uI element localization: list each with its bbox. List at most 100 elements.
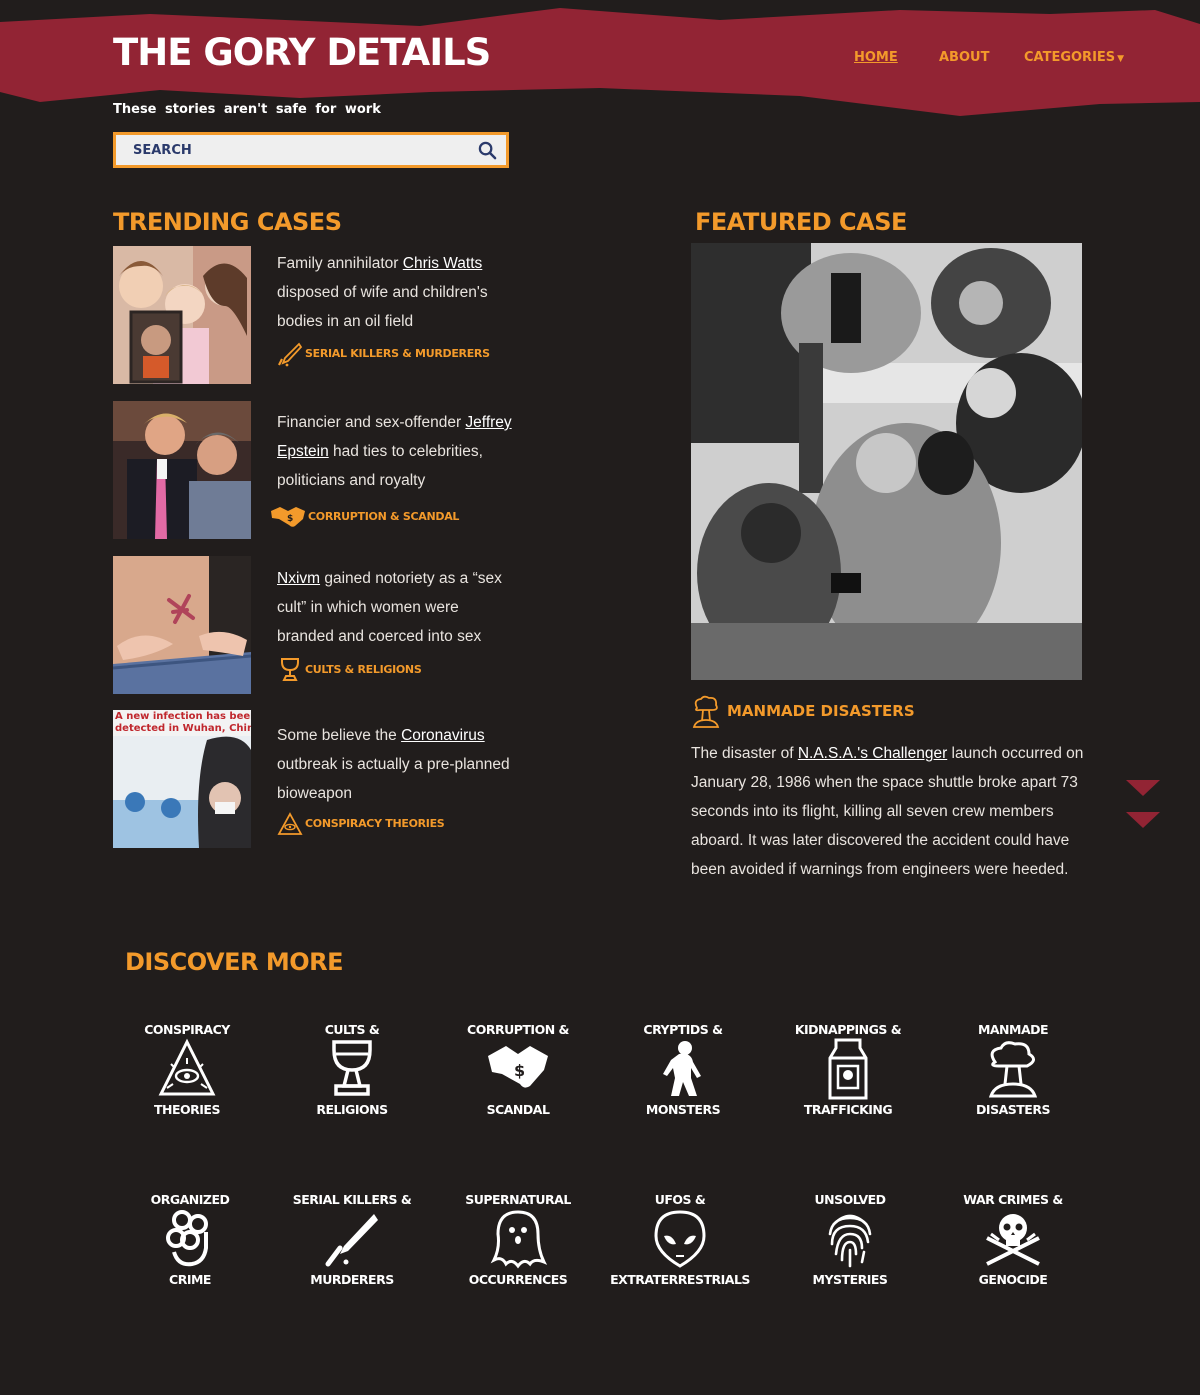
nav-categories-dropdown[interactable]: CATEGORIES ▼ xyxy=(1024,50,1124,65)
trending-text-1: Family annihilator Chris Watts disposed … xyxy=(277,249,517,336)
featured-category[interactable]: MANMADE DISASTERS xyxy=(691,694,915,728)
eye-pyramid-icon xyxy=(277,812,303,835)
featured-post: launch occurred on January 28, 1986 when… xyxy=(691,745,1084,878)
alien-icon xyxy=(654,1210,706,1268)
category-tile-kidnappings[interactable]: KIDNAPPINGS & TRAFFICKING xyxy=(768,1022,928,1122)
knife-icon xyxy=(325,1214,378,1267)
search-box xyxy=(113,132,509,168)
trending-text-2: Financier and sex-offender Jeffrey Epste… xyxy=(277,408,517,495)
knife-icon xyxy=(278,342,303,367)
nav-home-link[interactable]: HOME xyxy=(854,50,898,65)
trending-category-3[interactable]: CULTS & RELIGIONS xyxy=(277,656,422,684)
category-tile-supernatural[interactable]: SUPERNATURAL OCCURRENCES xyxy=(438,1192,598,1292)
trending-thumb-coronavirus[interactable]: A new infection has been detected in Wuh… xyxy=(113,710,251,848)
trending-category-2[interactable]: $ CORRUPTION & SCANDAL xyxy=(270,503,459,531)
overlay-line-2: detected in Wuhan, China xyxy=(115,723,251,734)
tile-top-label: CORRUPTION & xyxy=(467,1022,569,1037)
tile-bottom-label: DISASTERS xyxy=(976,1102,1050,1117)
trending-category-label: CULTS & RELIGIONS xyxy=(305,663,422,676)
trending-title: TRENDING CASES xyxy=(113,208,342,236)
tile-top-label: SERIAL KILLERS & xyxy=(292,1192,412,1207)
trending-link-nxivm[interactable]: Nxivm xyxy=(277,570,320,587)
category-tile-conspiracy[interactable]: CONSPIRACY THEORIES xyxy=(107,1022,267,1122)
featured-description: The disaster of N.A.S.A.'s Challenger la… xyxy=(691,739,1091,884)
double-chevron-down-icon xyxy=(1126,780,1160,828)
trending-post: disposed of wife and children's bodies i… xyxy=(277,284,488,330)
tile-top-label: CRYPTIDS & xyxy=(643,1022,723,1037)
tile-bottom-label: SCANDAL xyxy=(486,1102,550,1117)
tile-bottom-label: THEORIES xyxy=(154,1102,220,1117)
tile-top-label: KIDNAPPINGS & xyxy=(794,1022,902,1037)
ghost-icon xyxy=(490,1210,548,1269)
mushroom-cloud-icon xyxy=(692,695,720,728)
trending-thumb-jeffrey-epstein[interactable] xyxy=(113,401,251,539)
scroll-down-button[interactable] xyxy=(1126,780,1160,835)
category-tile-serial-killers[interactable]: SERIAL KILLERS & MURDERERS xyxy=(272,1192,432,1292)
tile-top-label: CULTS & xyxy=(324,1022,380,1037)
featured-case-image[interactable] xyxy=(691,243,1082,680)
trending-pre: Family annihilator xyxy=(277,255,403,272)
overlay-line-1: A new infection has been xyxy=(115,711,251,722)
tile-bottom-label: GENOCIDE xyxy=(978,1272,1048,1287)
discover-title: DISCOVER MORE xyxy=(125,948,343,976)
trending-category-1[interactable]: SERIAL KILLERS & MURDERERS xyxy=(277,340,490,368)
main-nav: HOME ABOUT CATEGORIES ▼ xyxy=(0,50,1200,70)
tagline: These stories aren't safe for work xyxy=(113,102,381,117)
category-tile-organized-crime[interactable]: ORGANIZED CRIME xyxy=(110,1192,270,1292)
nav-about-link[interactable]: ABOUT xyxy=(939,50,989,65)
featured-link-challenger[interactable]: N.A.S.A.'s Challenger xyxy=(798,745,947,762)
featured-title: FEATURED CASE xyxy=(695,208,907,236)
eye-pyramid-icon xyxy=(158,1038,216,1096)
tile-top-label: MANMADE xyxy=(977,1022,1049,1037)
trending-category-label: SERIAL KILLERS & MURDERERS xyxy=(305,347,490,360)
chris-watts-photo xyxy=(113,246,251,384)
tile-bottom-label: MYSTERIES xyxy=(812,1272,888,1287)
tile-top-label: ORGANIZED xyxy=(150,1192,230,1207)
tile-bottom-label: CRIME xyxy=(169,1272,211,1287)
bigfoot-icon xyxy=(663,1041,701,1096)
nav-categories-label: CATEGORIES xyxy=(1024,50,1116,65)
svg-text:$: $ xyxy=(514,1061,525,1080)
tile-bottom-label: EXTRATERRESTRIALS xyxy=(610,1272,750,1287)
trending-pre: Financier and sex-offender xyxy=(277,414,466,431)
category-tile-ufos[interactable]: UFOS & EXTRATERRESTRIALS xyxy=(600,1192,760,1292)
category-tile-war-crimes[interactable]: WAR CRIMES & GENOCIDE xyxy=(933,1192,1093,1292)
handshake-icon: $ xyxy=(488,1046,548,1088)
challenger-crowd-photo xyxy=(691,243,1082,680)
tile-top-label: CONSPIRACY xyxy=(144,1022,230,1037)
tile-bottom-label: MONSTERS xyxy=(645,1102,721,1117)
tile-bottom-label: TRAFFICKING xyxy=(803,1102,893,1117)
brass-knuckles-icon xyxy=(166,1210,208,1267)
trending-post: outbreak is actually a pre-planned biowe… xyxy=(277,756,510,802)
trending-link-chris-watts[interactable]: Chris Watts xyxy=(403,255,483,272)
category-tile-corruption[interactable]: CORRUPTION & $ SCANDAL xyxy=(438,1022,598,1122)
nxivm-photo xyxy=(113,556,251,694)
tile-bottom-label: MURDERERS xyxy=(310,1272,394,1287)
trending-pre: Some believe the xyxy=(277,727,402,744)
featured-pre: The disaster of xyxy=(691,745,798,762)
trending-text-3: Nxivm gained notoriety as a “sex cult” i… xyxy=(277,564,517,651)
category-tile-cults[interactable]: CULTS & RELIGIONS xyxy=(272,1022,432,1122)
tile-top-label: WAR CRIMES & xyxy=(963,1192,1063,1207)
search-input[interactable] xyxy=(116,135,456,165)
jeffrey-epstein-photo xyxy=(113,401,251,539)
tile-top-label: UNSOLVED xyxy=(814,1192,886,1207)
trending-category-label: CONSPIRACY THEORIES xyxy=(305,817,445,830)
category-tile-cryptids[interactable]: CRYPTIDS & MONSTERS xyxy=(603,1022,763,1122)
fingerprint-icon xyxy=(828,1214,872,1268)
handshake-icon: $ xyxy=(271,507,305,527)
trending-category-4[interactable]: CONSPIRACY THEORIES xyxy=(277,810,445,838)
tile-top-label: SUPERNATURAL xyxy=(465,1192,571,1207)
trending-category-label: CORRUPTION & SCANDAL xyxy=(308,510,460,523)
svg-text:$: $ xyxy=(287,514,293,524)
search-icon[interactable] xyxy=(478,141,497,160)
category-tile-manmade[interactable]: MANMADE DISASTERS xyxy=(933,1022,1093,1122)
trending-thumb-nxivm[interactable] xyxy=(113,556,251,694)
trending-text-4: Some believe the Coronavirus outbreak is… xyxy=(277,721,517,808)
trending-thumb-chris-watts[interactable] xyxy=(113,246,251,384)
featured-category-label: MANMADE DISASTERS xyxy=(727,702,915,720)
milk-carton-icon xyxy=(828,1038,868,1100)
caret-down-icon: ▼ xyxy=(1117,54,1125,64)
trending-link-coronavirus[interactable]: Coronavirus xyxy=(401,727,485,744)
category-tile-unsolved[interactable]: UNSOLVED MYSTERIES xyxy=(770,1192,930,1292)
